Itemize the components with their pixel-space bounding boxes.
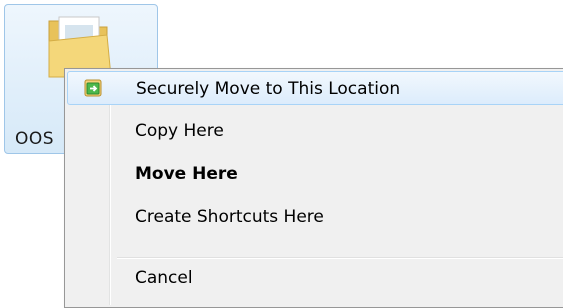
secure-move-icon — [84, 79, 102, 97]
menu-separator — [117, 257, 563, 259]
menu-item-copy-here[interactable]: Copy Here — [67, 114, 563, 148]
menu-item-label: Copy Here — [135, 121, 224, 141]
context-menu: Securely Move to This Location Copy Here… — [64, 68, 563, 308]
menu-item-securely-move[interactable]: Securely Move to This Location — [67, 71, 563, 105]
menu-item-label: Cancel — [135, 268, 193, 288]
menu-item-cancel[interactable]: Cancel — [67, 261, 563, 295]
menu-item-label: Move Here — [135, 164, 238, 184]
menu-item-label: Create Shortcuts Here — [135, 207, 324, 227]
menu-item-move-here[interactable]: Move Here — [67, 157, 563, 191]
menu-item-label: Securely Move to This Location — [136, 79, 401, 99]
menu-item-create-shortcuts[interactable]: Create Shortcuts Here — [67, 200, 563, 234]
folder-label: OOS — [15, 129, 55, 149]
